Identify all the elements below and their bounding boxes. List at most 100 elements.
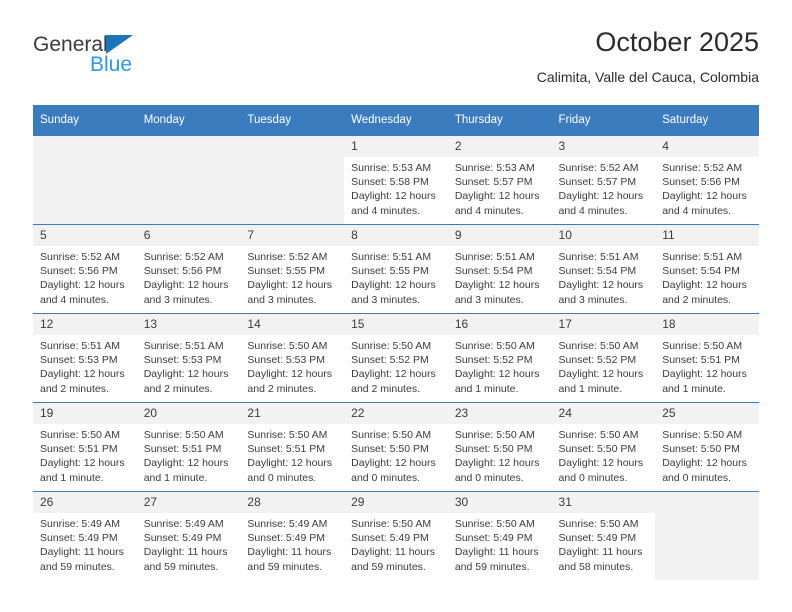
sunrise-text: Sunrise: 5:52 AM [247, 251, 328, 263]
daylight-text-line1: Daylight: 12 hours [247, 457, 333, 470]
day-number [655, 492, 759, 513]
sunrise-text: Sunrise: 5:50 AM [143, 429, 224, 441]
calendar-day-cell[interactable]: 28 Sunrise: 5:49 AM Sunset: 5:49 PM Dayligh… [240, 491, 345, 580]
day-sun-info: Sunrise: 5:50 AM Sunset: 5:49 PM Daylight:… [448, 513, 552, 574]
day-number: 2 [447, 136, 552, 157]
sunrise-text: Sunrise: 5:51 AM [454, 251, 535, 263]
calendar-day-cell[interactable]: 13 Sunrise: 5:51 AM Sunset: 5:53 PM Dayligh… [136, 313, 241, 403]
daylight-text-line1: Daylight: 12 hours [143, 279, 229, 292]
calendar-day-cell[interactable]: 2 Sunrise: 5:53 AM Sunset: 5:57 PM Daylight… [447, 135, 552, 225]
calendar-day-cell[interactable]: 1 Sunrise: 5:53 AM Sunset: 5:58 PM Daylight… [344, 135, 448, 225]
sunrise-text: Sunrise: 5:50 AM [247, 429, 328, 441]
daylight-text-line2: and 4 minutes. [454, 204, 524, 217]
calendar-day-cell[interactable]: 31 Sunrise: 5:50 AM Sunset: 5:49 PM Dayligh… [551, 491, 656, 580]
weekday-header-monday: Monday [136, 105, 241, 136]
sunrise-text: Sunrise: 5:52 AM [558, 162, 639, 174]
day-number [240, 136, 345, 157]
weekday-header-saturday: Saturday [655, 105, 759, 136]
calendar-day-cell[interactable]: 3 Sunrise: 5:52 AM Sunset: 5:57 PM Daylight… [551, 135, 656, 225]
sunset-text: Sunset: 5:49 PM [351, 532, 429, 545]
sunrise-text: Sunrise: 5:51 AM [558, 251, 639, 263]
page-subtitle: Calimita, Valle del Cauca, Colombia [536, 69, 759, 85]
calendar-day-cell[interactable]: 4 Sunrise: 5:52 AM Sunset: 5:56 PM Daylight… [655, 135, 759, 225]
sunset-text: Sunset: 5:54 PM [558, 265, 637, 278]
sunset-text: Sunset: 5:50 PM [351, 443, 429, 456]
calendar-cell-empty [240, 135, 345, 225]
sunrise-text: Sunrise: 5:49 AM [143, 518, 224, 530]
calendar-day-cell[interactable]: 30 Sunrise: 5:50 AM Sunset: 5:49 PM Dayligh… [447, 491, 552, 580]
sunrise-text: Sunrise: 5:50 AM [351, 429, 432, 441]
daylight-text-line2: and 3 minutes. [143, 293, 213, 306]
sunset-text: Sunset: 5:56 PM [40, 265, 118, 278]
title-block: October 2025 Calimita, Valle del Cauca, … [537, 26, 759, 86]
calendar-day-cell[interactable]: 12 Sunrise: 5:51 AM Sunset: 5:53 PM Dayligh… [33, 313, 137, 403]
daylight-text-line1: Daylight: 12 hours [454, 279, 540, 292]
calendar-day-cell[interactable]: 16 Sunrise: 5:50 AM Sunset: 5:52 PM Dayligh… [447, 313, 552, 403]
sunset-text: Sunset: 5:49 PM [40, 532, 118, 545]
daylight-text-line2: and 0 minutes. [558, 471, 628, 484]
calendar-day-cell[interactable]: 8 Sunrise: 5:51 AM Sunset: 5:55 PM Daylight… [344, 224, 448, 314]
day-sun-info: Sunrise: 5:49 AM Sunset: 5:49 PM Daylight:… [137, 513, 241, 574]
calendar-day-cell[interactable]: 18 Sunrise: 5:50 AM Sunset: 5:51 PM Dayligh… [655, 313, 759, 403]
daylight-text-line1: Daylight: 12 hours [40, 279, 125, 292]
calendar-day-cell[interactable]: 22 Sunrise: 5:50 AM Sunset: 5:50 PM Dayligh… [344, 402, 448, 492]
calendar-day-cell[interactable]: 29 Sunrise: 5:50 AM Sunset: 5:49 PM Dayligh… [344, 491, 448, 580]
day-number: 12 [33, 314, 137, 335]
day-number: 8 [344, 225, 448, 246]
page-header: General Blue October 2025 Calimita, Vall… [33, 26, 759, 98]
calendar-day-cell[interactable]: 15 Sunrise: 5:50 AM Sunset: 5:52 PM Dayligh… [344, 313, 448, 403]
daylight-text-line2: and 59 minutes. [454, 560, 530, 573]
calendar-week-row: 1 Sunrise: 5:53 AM Sunset: 5:58 PM Daylight… [33, 135, 759, 225]
day-sun-info: Sunrise: 5:50 AM Sunset: 5:50 PM Daylight:… [344, 424, 448, 485]
generalblue-logo[interactable]: General Blue [33, 34, 233, 86]
daylight-text-line2: and 1 minute. [558, 382, 623, 395]
calendar-grid: Sunday Monday Tuesday Wednesday Thursday… [33, 105, 759, 580]
calendar-day-cell[interactable]: 17 Sunrise: 5:50 AM Sunset: 5:52 PM Dayligh… [551, 313, 656, 403]
daylight-text-line1: Daylight: 11 hours [143, 546, 228, 559]
sunrise-text: Sunrise: 5:50 AM [662, 429, 743, 441]
daylight-text-line1: Daylight: 12 hours [662, 368, 747, 381]
calendar-body: 1 Sunrise: 5:53 AM Sunset: 5:58 PM Daylight… [33, 135, 759, 580]
sunrise-text: Sunrise: 5:53 AM [351, 162, 432, 174]
calendar-day-cell[interactable]: 25 Sunrise: 5:50 AM Sunset: 5:50 PM Dayligh… [655, 402, 759, 492]
daylight-text-line2: and 1 minute. [662, 382, 726, 395]
sunset-text: Sunset: 5:49 PM [247, 532, 326, 545]
calendar-day-cell[interactable]: 21 Sunrise: 5:50 AM Sunset: 5:51 PM Dayligh… [240, 402, 345, 492]
day-sun-info: Sunrise: 5:51 AM Sunset: 5:54 PM Daylight:… [552, 246, 656, 307]
calendar-day-cell[interactable]: 27 Sunrise: 5:49 AM Sunset: 5:49 PM Dayligh… [136, 491, 241, 580]
daylight-text-line2: and 59 minutes. [247, 560, 323, 573]
day-number: 6 [136, 225, 241, 246]
daylight-text-line2: and 59 minutes. [40, 560, 115, 573]
daylight-text-line1: Daylight: 12 hours [40, 368, 125, 381]
sunset-text: Sunset: 5:53 PM [143, 354, 222, 367]
sunset-text: Sunset: 5:50 PM [558, 443, 637, 456]
weekday-header-sunday: Sunday [33, 105, 137, 136]
calendar-day-cell[interactable]: 11 Sunrise: 5:51 AM Sunset: 5:54 PM Dayligh… [655, 224, 759, 314]
calendar-day-cell[interactable]: 23 Sunrise: 5:50 AM Sunset: 5:50 PM Dayligh… [447, 402, 552, 492]
calendar-day-cell[interactable]: 9 Sunrise: 5:51 AM Sunset: 5:54 PM Daylight… [447, 224, 552, 314]
day-number: 13 [136, 314, 241, 335]
day-number: 4 [655, 136, 759, 157]
daylight-text-line1: Daylight: 12 hours [662, 190, 747, 203]
sunset-text: Sunset: 5:55 PM [247, 265, 326, 278]
sunset-text: Sunset: 5:58 PM [351, 176, 429, 189]
calendar-day-cell[interactable]: 19 Sunrise: 5:50 AM Sunset: 5:51 PM Dayligh… [33, 402, 137, 492]
calendar-day-cell[interactable]: 26 Sunrise: 5:49 AM Sunset: 5:49 PM Dayligh… [33, 491, 137, 580]
day-sun-info: Sunrise: 5:51 AM Sunset: 5:54 PM Daylight:… [448, 246, 552, 307]
day-number: 3 [551, 136, 656, 157]
daylight-text-line1: Daylight: 12 hours [558, 190, 644, 203]
day-sun-info: Sunrise: 5:53 AM Sunset: 5:58 PM Daylight:… [344, 157, 448, 218]
calendar-week-row: 26 Sunrise: 5:49 AM Sunset: 5:49 PM Dayligh… [33, 491, 759, 580]
calendar-day-cell[interactable]: 24 Sunrise: 5:50 AM Sunset: 5:50 PM Dayligh… [551, 402, 656, 492]
calendar-day-cell[interactable]: 14 Sunrise: 5:50 AM Sunset: 5:53 PM Dayligh… [240, 313, 345, 403]
day-sun-info: Sunrise: 5:50 AM Sunset: 5:52 PM Daylight:… [448, 335, 552, 396]
sunset-text: Sunset: 5:57 PM [558, 176, 637, 189]
calendar-day-cell[interactable]: 7 Sunrise: 5:52 AM Sunset: 5:55 PM Daylight… [240, 224, 345, 314]
sunrise-text: Sunrise: 5:50 AM [351, 518, 432, 530]
calendar-day-cell[interactable]: 20 Sunrise: 5:50 AM Sunset: 5:51 PM Dayligh… [136, 402, 241, 492]
calendar-day-cell[interactable]: 10 Sunrise: 5:51 AM Sunset: 5:54 PM Dayligh… [551, 224, 656, 314]
calendar-day-cell[interactable]: 6 Sunrise: 5:52 AM Sunset: 5:56 PM Daylight… [136, 224, 241, 314]
sunset-text: Sunset: 5:54 PM [662, 265, 740, 278]
calendar-day-cell[interactable]: 5 Sunrise: 5:52 AM Sunset: 5:56 PM Daylight… [33, 224, 137, 314]
day-sun-info: Sunrise: 5:52 AM Sunset: 5:56 PM Daylight:… [655, 157, 759, 218]
